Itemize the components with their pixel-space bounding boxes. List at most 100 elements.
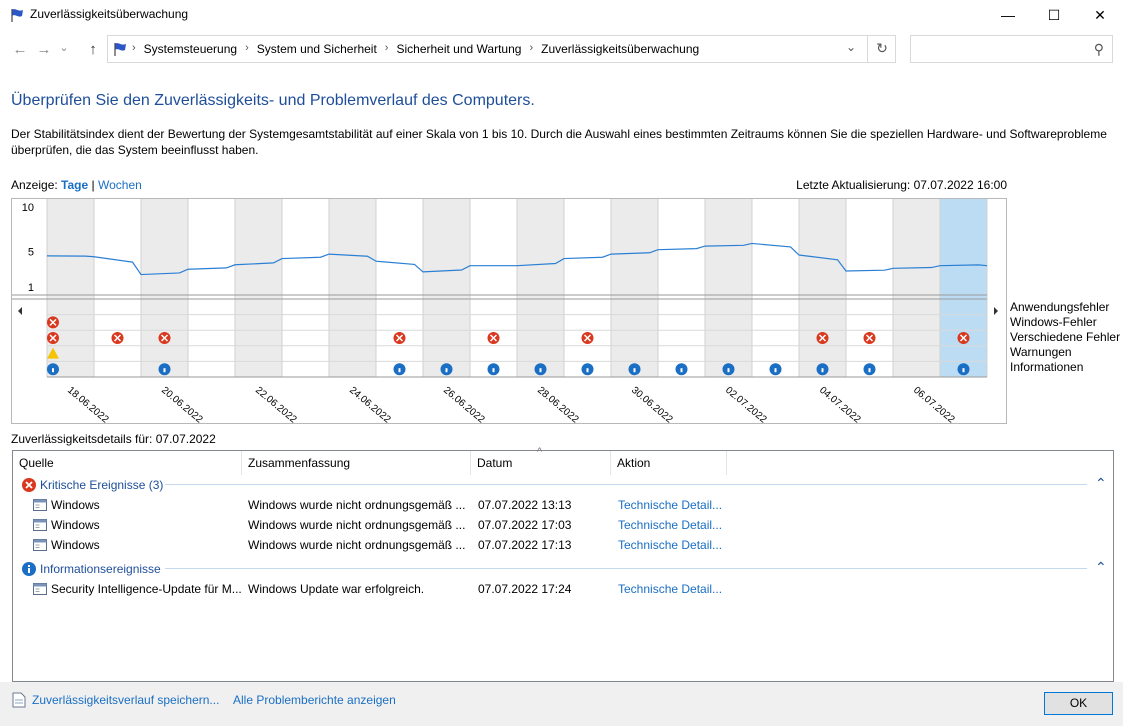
day-column xyxy=(235,199,282,377)
info-icon xyxy=(821,368,824,373)
y-tick-label: 1 xyxy=(28,282,34,294)
info-icon xyxy=(868,368,871,373)
technical-details-link[interactable]: Technische Detail... xyxy=(618,535,722,555)
technical-details-link[interactable]: Technische Detail... xyxy=(618,515,722,535)
close-button[interactable]: ✕ xyxy=(1077,0,1123,30)
day-column xyxy=(893,199,940,377)
y-tick-label: 10 xyxy=(22,202,34,214)
address-dropdown-icon[interactable]: ⌄ xyxy=(840,40,862,54)
cell-source: Windows xyxy=(51,498,100,512)
day-column xyxy=(423,199,470,377)
maximize-button[interactable]: ☐ xyxy=(1031,0,1077,30)
search-input[interactable]: ⚲ xyxy=(910,35,1113,63)
group-title: Kritische Ereignisse (3) xyxy=(40,478,164,492)
cell-source: Windows xyxy=(51,538,100,552)
cell-date: 07.07.2022 13:13 xyxy=(478,498,572,512)
all-reports-link[interactable]: Alle Problemberichte anzeigen xyxy=(233,693,396,707)
column-header-source[interactable]: Quelle xyxy=(13,451,242,475)
day-column xyxy=(846,199,893,377)
day-column xyxy=(141,199,188,377)
cell-source: Windows xyxy=(51,518,100,532)
day-column xyxy=(940,199,987,377)
x-tick-label: 04.07.2022 xyxy=(817,385,863,425)
technical-details-link[interactable]: Technische Detail... xyxy=(618,579,722,599)
save-history-link[interactable]: Zuverlässigkeitsverlauf speichern... xyxy=(32,693,219,707)
table-row[interactable]: Windows Windows wurde nicht ordnungsgemä… xyxy=(13,535,1113,555)
day-column xyxy=(282,199,329,377)
info-icon xyxy=(633,368,636,373)
group-divider xyxy=(165,484,1087,485)
x-tick-label: 28.06.2022 xyxy=(535,385,581,425)
day-column xyxy=(705,199,752,377)
x-tick-label: 06.07.2022 xyxy=(911,385,957,425)
view-days-link[interactable]: Tage xyxy=(61,178,88,192)
view-weeks-link[interactable]: Wochen xyxy=(98,178,142,192)
table-row[interactable]: Windows Windows wurde nicht ordnungsgemä… xyxy=(13,495,1113,515)
info-icon xyxy=(539,368,542,373)
breadcrumb-item[interactable]: System und Sicherheit xyxy=(257,42,377,56)
info-icon xyxy=(52,368,54,373)
ok-button[interactable]: OK xyxy=(1044,692,1113,715)
forward-arrow-icon[interactable]: → xyxy=(34,40,54,60)
legend-misc-errors: Verschiedene Fehler xyxy=(1010,330,1121,344)
info-icon xyxy=(586,368,589,373)
info-icon xyxy=(680,368,683,373)
day-column xyxy=(799,199,846,377)
scroll-left-icon xyxy=(18,307,22,315)
up-arrow-icon[interactable]: ↑ xyxy=(83,40,103,60)
group-title: Informationsereignisse xyxy=(40,562,161,576)
legend-information: Informationen xyxy=(1010,360,1084,374)
day-column xyxy=(564,199,611,377)
group-header-critical[interactable]: Kritische Ereignisse (3) xyxy=(21,475,163,495)
stability-chart-svg: 10 5 1 18.06.2022 20.06.2022 22.06.2022 24.06.… xyxy=(12,199,998,426)
refresh-icon[interactable]: ↻ xyxy=(870,40,894,57)
flag-icon xyxy=(114,43,126,56)
flag-icon xyxy=(11,9,23,22)
stability-chart[interactable]: 10 5 1 18.06.2022 20.06.2022 22.06.2022 24.06.… xyxy=(11,198,1007,426)
breadcrumb-item[interactable]: Systemsteuerung xyxy=(144,42,237,56)
collapse-icon[interactable]: ⌃ xyxy=(1095,559,1107,576)
info-icon xyxy=(22,562,36,576)
info-icon xyxy=(774,368,777,373)
address-bar[interactable]: › Systemsteuerung › System und Sicherhei… xyxy=(107,35,896,63)
info-icon xyxy=(492,368,495,373)
search-icon[interactable]: ⚲ xyxy=(1094,41,1104,58)
collapse-icon[interactable]: ⌃ xyxy=(1095,475,1107,492)
window-app-icon xyxy=(33,519,47,531)
back-arrow-icon[interactable]: ← xyxy=(10,40,30,60)
table-row[interactable]: Security Intelligence-Update für M... Wi… xyxy=(13,579,1113,599)
day-column xyxy=(470,199,517,377)
day-column xyxy=(94,199,141,377)
legend-warnings: Warnungen xyxy=(1010,345,1072,359)
group-divider xyxy=(165,568,1087,569)
group-header-information[interactable]: Informationsereignisse xyxy=(21,559,161,579)
breadcrumb-item[interactable]: Sicherheit und Wartung xyxy=(396,42,521,56)
breadcrumb: › Systemsteuerung › System und Sicherhei… xyxy=(132,42,699,56)
details-list[interactable]: Quelle Zusammenfassung Datum Aktion ^ Kr… xyxy=(12,446,1114,682)
minimize-button[interactable]: — xyxy=(985,0,1031,30)
legend-windows-errors: Windows-Fehler xyxy=(1010,315,1097,329)
cell-source: Security Intelligence-Update für M... xyxy=(51,582,241,596)
column-header-summary[interactable]: Zusammenfassung xyxy=(242,451,471,475)
cell-summary: Windows wurde nicht ordnungsgemäß ... xyxy=(248,498,466,512)
breadcrumb-separator-icon: › xyxy=(132,42,136,54)
window-app-icon xyxy=(33,583,47,595)
day-column xyxy=(517,199,564,377)
column-header-action[interactable]: Aktion xyxy=(611,451,727,475)
last-update: Letzte Aktualisierung: 07.07.2022 16:00 xyxy=(796,178,1007,192)
info-icon xyxy=(445,368,448,373)
cell-summary: Windows Update war erfolgreich. xyxy=(248,582,425,596)
window-app-icon xyxy=(33,539,47,551)
breadcrumb-item[interactable]: Zuverlässigkeitsüberwachung xyxy=(541,42,699,56)
table-row[interactable]: Windows Windows wurde nicht ordnungsgemä… xyxy=(13,515,1113,535)
technical-details-link[interactable]: Technische Detail... xyxy=(618,495,722,515)
cell-date: 07.07.2022 17:03 xyxy=(478,518,572,532)
info-icon xyxy=(398,368,401,373)
cell-date: 07.07.2022 17:24 xyxy=(478,582,572,596)
cell-date: 07.07.2022 17:13 xyxy=(478,538,572,552)
view-label: Anzeige: xyxy=(11,178,58,192)
recent-locations-icon[interactable]: ⌄ xyxy=(54,38,74,58)
view-switch: Anzeige: Tage | Wochen xyxy=(11,178,142,192)
error-icon xyxy=(22,478,36,492)
title-bar: Zuverlässigkeitsüberwachung — ☐ ✕ xyxy=(0,0,1123,30)
